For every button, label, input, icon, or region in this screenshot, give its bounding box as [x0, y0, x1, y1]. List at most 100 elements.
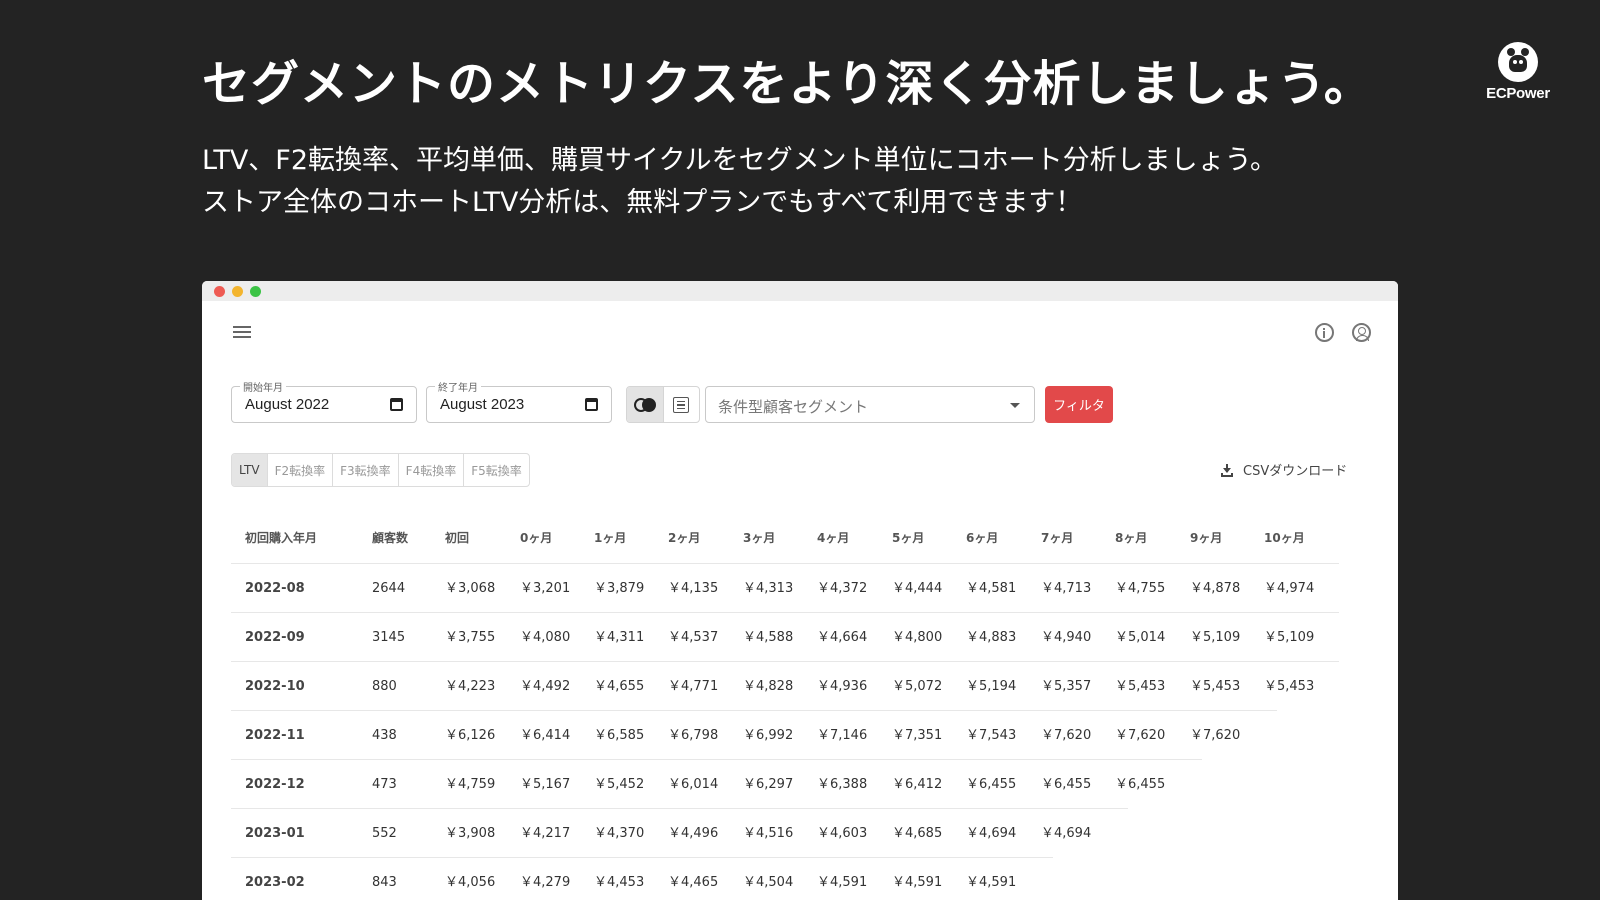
ltv-value-cell: ￥4,453 [594, 875, 645, 890]
tab-ltv[interactable]: LTV [232, 454, 267, 486]
end-month-label: 終了年月 [435, 379, 481, 394]
ltv-value-cell: ￥6,992 [743, 728, 794, 743]
download-icon [1220, 463, 1234, 477]
ltv-value-cell: ￥4,581 [966, 581, 1017, 596]
ltv-value-cell: ￥5,109 [1190, 630, 1241, 645]
list-mode-button[interactable] [662, 387, 700, 422]
venn-mode-button[interactable] [627, 387, 663, 422]
tab-f2[interactable]: F2転換率 [266, 454, 333, 486]
cohort-month-cell: 2022-12 [245, 777, 305, 792]
start-month-field[interactable]: 開始年月 August 2022 [231, 379, 417, 423]
customer-count-cell: 2644 [372, 581, 406, 596]
ltv-value-cell: ￥4,080 [520, 630, 571, 645]
table-header-cell[interactable]: 5ヶ月 [892, 513, 924, 563]
ltv-value-cell: ￥4,755 [1115, 581, 1166, 596]
table-header-cell[interactable]: 6ヶ月 [966, 513, 998, 563]
hamburger-menu-icon[interactable] [230, 320, 254, 344]
end-month-field[interactable]: 終了年月 August 2023 [426, 379, 612, 423]
table-header-cell[interactable]: 0ヶ月 [520, 513, 552, 563]
close-window-button[interactable] [214, 286, 225, 297]
ltv-value-cell: ￥7,620 [1115, 728, 1166, 743]
ltv-value-cell: ￥4,516 [743, 826, 794, 841]
ltv-value-cell: ￥4,372 [817, 581, 868, 596]
ltv-value-cell: ￥6,455 [966, 777, 1017, 792]
cohort-month-cell: 2022-10 [245, 679, 305, 694]
ltv-value-cell: ￥3,755 [445, 630, 496, 645]
info-icon[interactable] [1312, 320, 1336, 344]
calendar-icon[interactable] [390, 398, 403, 411]
ltv-value-cell: ￥3,908 [445, 826, 496, 841]
ltv-value-cell: ￥3,879 [594, 581, 645, 596]
ltv-value-cell: ￥4,940 [1041, 630, 1092, 645]
minimize-window-button[interactable] [232, 286, 243, 297]
ltv-value-cell: ￥6,014 [668, 777, 719, 792]
cohort-month-cell: 2023-01 [245, 826, 305, 841]
ltv-value-cell: ￥4,664 [817, 630, 868, 645]
ltv-value-cell: ￥4,135 [668, 581, 719, 596]
table-header-cell[interactable]: 2ヶ月 [668, 513, 700, 563]
ltv-value-cell: ￥4,588 [743, 630, 794, 645]
table-header-cell[interactable]: 顧客数 [372, 513, 408, 563]
ltv-value-cell: ￥4,694 [1041, 826, 1092, 841]
start-month-label: 開始年月 [240, 379, 286, 394]
ltv-value-cell: ￥5,014 [1115, 630, 1166, 645]
cohort-month-cell: 2023-02 [245, 875, 305, 890]
chevron-down-icon [1010, 403, 1020, 408]
end-month-value: August 2023 [440, 396, 525, 413]
ltv-value-cell: ￥3,201 [520, 581, 571, 596]
calendar-icon[interactable] [585, 398, 598, 411]
ltv-value-cell: ￥5,453 [1190, 679, 1241, 694]
bear-icon [1498, 42, 1538, 82]
table-header-cell[interactable]: 8ヶ月 [1115, 513, 1147, 563]
headline: セグメントのメトリクスをより深く分析しましょう。 [202, 56, 1373, 112]
customer-count-cell: 552 [372, 826, 397, 841]
ltv-value-cell: ￥4,771 [668, 679, 719, 694]
ltv-value-cell: ￥6,455 [1041, 777, 1092, 792]
ltv-value-cell: ￥4,056 [445, 875, 496, 890]
ltv-value-cell: ￥4,713 [1041, 581, 1092, 596]
ltv-value-cell: ￥5,357 [1041, 679, 1092, 694]
ltv-value-cell: ￥4,223 [445, 679, 496, 694]
subheadline: LTV、F2転換率、平均単価、購買サイクルをセグメント単位にコホート分析しましょ… [202, 140, 1277, 224]
ltv-value-cell: ￥4,465 [668, 875, 719, 890]
filter-button[interactable]: フィルタ [1045, 386, 1113, 423]
ltv-value-cell: ￥6,388 [817, 777, 868, 792]
cohort-month-cell: 2022-08 [245, 581, 305, 596]
cohort-month-cell: 2022-11 [245, 728, 305, 743]
ltv-value-cell: ￥4,591 [966, 875, 1017, 890]
table-header-cell[interactable]: 3ヶ月 [743, 513, 775, 563]
cohort-month-cell: 2022-09 [245, 630, 305, 645]
customer-count-cell: 438 [372, 728, 397, 743]
ltv-value-cell: ￥4,311 [594, 630, 645, 645]
segment-select[interactable]: 条件型顧客セグメント [705, 386, 1035, 423]
subheadline-line-1: LTV、F2転換率、平均単価、購買サイクルをセグメント単位にコホート分析しましょ… [202, 145, 1278, 176]
ltv-value-cell: ￥6,414 [520, 728, 571, 743]
ltv-value-cell: ￥6,798 [668, 728, 719, 743]
ltv-value-cell: ￥7,146 [817, 728, 868, 743]
table-header-cell[interactable]: 9ヶ月 [1190, 513, 1222, 563]
ltv-value-cell: ￥3,068 [445, 581, 496, 596]
maximize-window-button[interactable] [250, 286, 261, 297]
app-window: 開始年月 August 2022 終了年月 August 2023 条件型顧客セ… [202, 281, 1398, 900]
tab-f4[interactable]: F4転換率 [397, 454, 464, 486]
table-header-cell[interactable]: 4ヶ月 [817, 513, 849, 563]
brand-name: ECPower [1486, 85, 1550, 102]
table-header-cell[interactable]: 初回購入年月 [245, 513, 317, 563]
ltv-value-cell: ￥5,194 [966, 679, 1017, 694]
tab-f3[interactable]: F3転換率 [332, 454, 398, 486]
window-titlebar [202, 281, 1398, 301]
table-header-cell[interactable]: 初回 [445, 513, 469, 563]
tab-f5[interactable]: F5転換率 [463, 454, 529, 486]
ltv-value-cell: ￥4,685 [892, 826, 943, 841]
brand-logo: ECPower [1478, 42, 1558, 102]
ltv-value-cell: ￥5,072 [892, 679, 943, 694]
account-icon[interactable] [1349, 320, 1373, 344]
list-icon [673, 396, 690, 413]
ltv-value-cell: ￥4,655 [594, 679, 645, 694]
subheadline-line-2: ストア全体のコホートLTV分析は、無料プランでもすべて利用できます！ [202, 187, 1083, 218]
csv-download-button[interactable]: CSVダウンロード [1220, 460, 1347, 479]
table-header-cell[interactable]: 7ヶ月 [1041, 513, 1073, 563]
ltv-value-cell: ￥4,279 [520, 875, 571, 890]
table-header-cell[interactable]: 1ヶ月 [594, 513, 626, 563]
table-header-cell[interactable]: 10ヶ月 [1264, 513, 1305, 563]
